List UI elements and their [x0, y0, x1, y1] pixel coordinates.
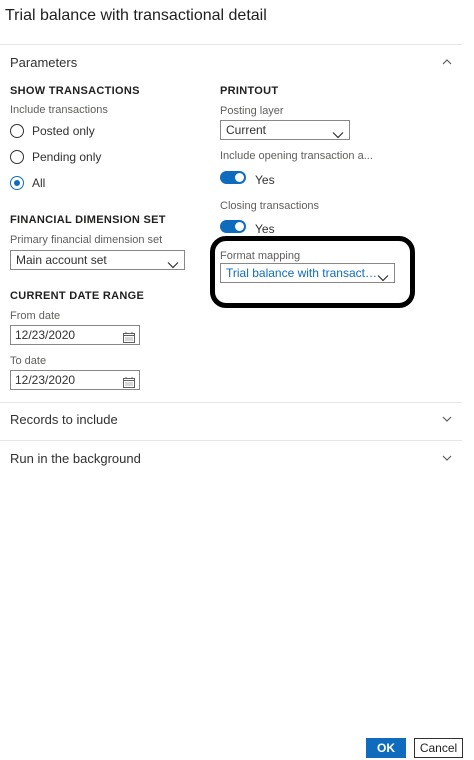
chevron-down-icon[interactable] [377, 269, 389, 282]
select-value: Main account set [16, 253, 107, 267]
radio-circle-checked[interactable] [10, 176, 24, 190]
chevron-up-icon[interactable] [442, 57, 452, 67]
posting-layer-select[interactable]: Current [220, 120, 350, 140]
radio-all[interactable]: All [10, 176, 45, 190]
records-section-header[interactable]: Records to include [0, 400, 462, 438]
primary-dimension-select[interactable]: Main account set [10, 250, 185, 270]
date-range-title: CURRENT DATE RANGE [10, 290, 145, 302]
show-transactions-title: SHOW TRANSACTIONS [10, 85, 140, 97]
to-date-label: To date [10, 355, 47, 367]
radio-pending-only[interactable]: Pending only [10, 150, 101, 164]
radio-label: All [32, 176, 46, 190]
radio-label: Posted only [32, 124, 95, 138]
posting-layer-label: Posting layer [220, 105, 284, 117]
radio-label: Pending only [32, 150, 102, 164]
dialog-title: Trial balance with transactional detail [5, 7, 267, 24]
chevron-down-icon[interactable] [442, 453, 452, 463]
from-date-value: 12/23/2020 [15, 328, 76, 342]
printout-title: PRINTOUT [220, 85, 279, 97]
closing-transactions-toggle-row: Yes [220, 216, 275, 236]
chevron-down-icon[interactable] [442, 414, 452, 424]
select-value: Trial balance with transacti... [226, 266, 377, 280]
background-section-label: Run in the background [10, 450, 141, 466]
calendar-icon[interactable] [123, 330, 135, 343]
from-date-input[interactable]: 12/23/2020 [10, 325, 140, 345]
to-date-value: 12/23/2020 [15, 373, 76, 387]
include-transactions-label: Include transactions [10, 104, 108, 116]
select-value: Current [226, 123, 267, 137]
toggle-label: Yes [255, 173, 275, 187]
to-date-input[interactable]: 12/23/2020 [10, 370, 140, 390]
calendar-icon[interactable] [123, 375, 135, 388]
format-mapping-select[interactable]: Trial balance with transacti... [220, 263, 395, 283]
records-section-label: Records to include [10, 411, 118, 427]
parameters-section-header[interactable]: Parameters [0, 43, 462, 81]
radio-circle[interactable] [10, 150, 24, 164]
radio-posted-only[interactable]: Posted only [10, 124, 95, 138]
cancel-button[interactable]: Cancel [414, 738, 463, 758]
format-mapping-label: Format mapping [220, 250, 301, 262]
toggle-label: Yes [255, 222, 275, 236]
radio-circle[interactable] [10, 124, 24, 138]
closing-transactions-toggle[interactable] [220, 219, 246, 233]
background-section-header[interactable]: Run in the background [0, 439, 462, 477]
closing-transactions-label: Closing transactions [220, 200, 320, 212]
primary-dimension-label: Primary financial dimension set [10, 234, 163, 246]
chevron-down-icon[interactable] [167, 256, 179, 269]
ok-button[interactable]: OK [366, 738, 406, 758]
opening-transaction-toggle[interactable] [220, 170, 246, 184]
opening-transaction-label: Include opening transaction a... [220, 150, 373, 162]
chevron-down-icon[interactable] [332, 126, 344, 139]
from-date-label: From date [10, 310, 61, 322]
parameters-section-label: Parameters [10, 54, 78, 70]
financial-dimension-title: FINANCIAL DIMENSION SET [10, 214, 166, 226]
opening-transaction-toggle-row: Yes [220, 167, 275, 187]
